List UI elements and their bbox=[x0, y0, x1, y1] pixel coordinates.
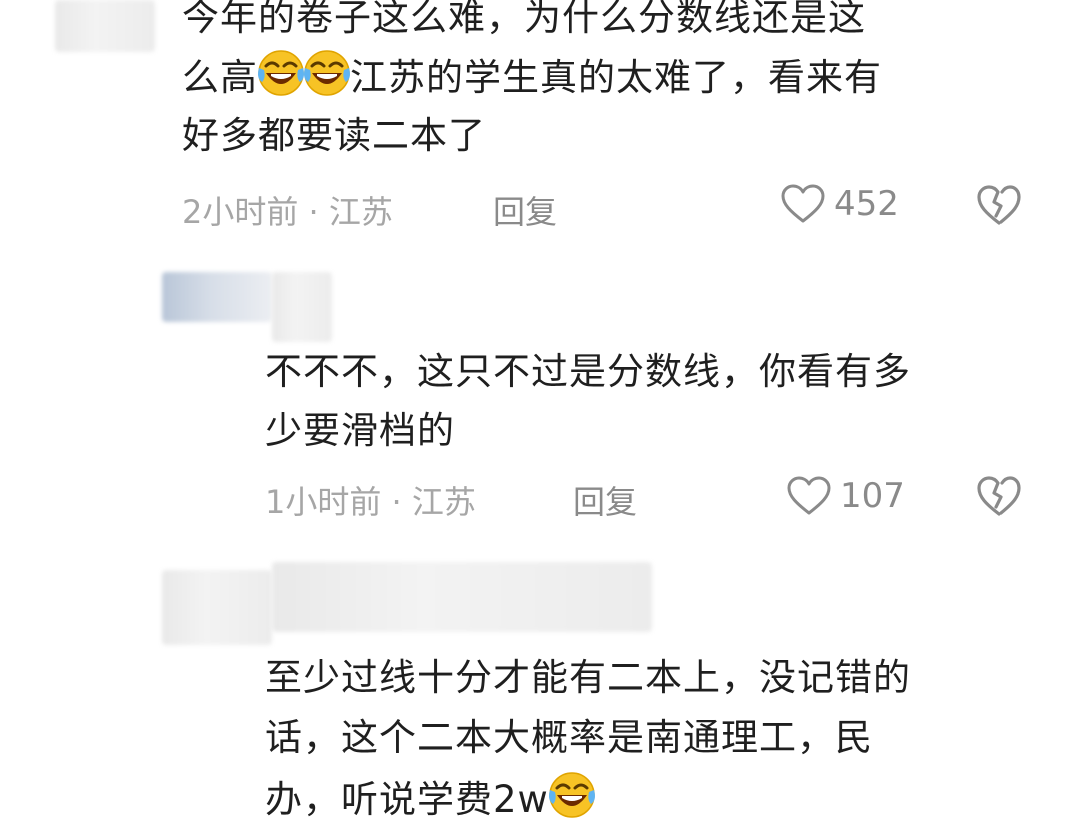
comment-text-line: 办，听说学费2w bbox=[265, 770, 597, 827]
laughing-emoji-icon bbox=[256, 49, 306, 97]
comment-text-line: 么高 江苏的学生真的太难了，看来有 bbox=[182, 48, 882, 105]
avatar[interactable] bbox=[55, 0, 155, 52]
comment-item: 至少过线十分才能有二本上，没记错的 话，这个二本大概率是南通理工，民 办，听说学… bbox=[0, 540, 1080, 821]
like-button[interactable]: 107 bbox=[786, 475, 905, 517]
comment-text-line: 今年的卷子这么难，为什么分数线还是这 bbox=[182, 0, 866, 39]
reply-button[interactable]: 回复 bbox=[573, 477, 637, 523]
avatar[interactable] bbox=[162, 570, 272, 645]
heart-outline-icon bbox=[781, 184, 825, 223]
laughing-emoji-icon bbox=[302, 49, 352, 97]
comment-text-line: 好多都要读二本了 bbox=[182, 114, 486, 157]
comment-time-location: 1小时前 · 江苏 bbox=[265, 483, 476, 521]
like-button[interactable]: 452 bbox=[780, 183, 899, 225]
heart-outline-icon bbox=[787, 476, 831, 515]
broken-heart-icon[interactable] bbox=[975, 183, 1023, 227]
comment-item: 不不不，这只不过是分数线，你看有多 少要滑档的 1小时前 · 江苏 回复 107 bbox=[0, 250, 1080, 540]
like-count: 452 bbox=[834, 184, 899, 224]
username[interactable] bbox=[272, 272, 332, 342]
comment-text-line: 至少过线十分才能有二本上，没记错的 bbox=[265, 656, 911, 699]
broken-heart-icon[interactable] bbox=[975, 474, 1023, 518]
comment-item: 今年的卷子这么难，为什么分数线还是这 么高 江苏的学生真的太难了，看来有 好多都要… bbox=[0, 0, 1080, 250]
comment-text-line: 少要滑档的 bbox=[265, 409, 455, 452]
like-count: 107 bbox=[840, 476, 905, 516]
username[interactable] bbox=[272, 562, 652, 632]
reply-button[interactable]: 回复 bbox=[493, 187, 557, 233]
comment-text-line: 话，这个二本大概率是南通理工，民 bbox=[265, 716, 873, 759]
comment-time-location: 2小时前 · 江苏 bbox=[182, 193, 393, 231]
comment-text-line: 不不不，这只不过是分数线，你看有多 bbox=[265, 350, 911, 393]
avatar[interactable] bbox=[162, 272, 272, 322]
laughing-emoji-icon bbox=[547, 771, 597, 819]
